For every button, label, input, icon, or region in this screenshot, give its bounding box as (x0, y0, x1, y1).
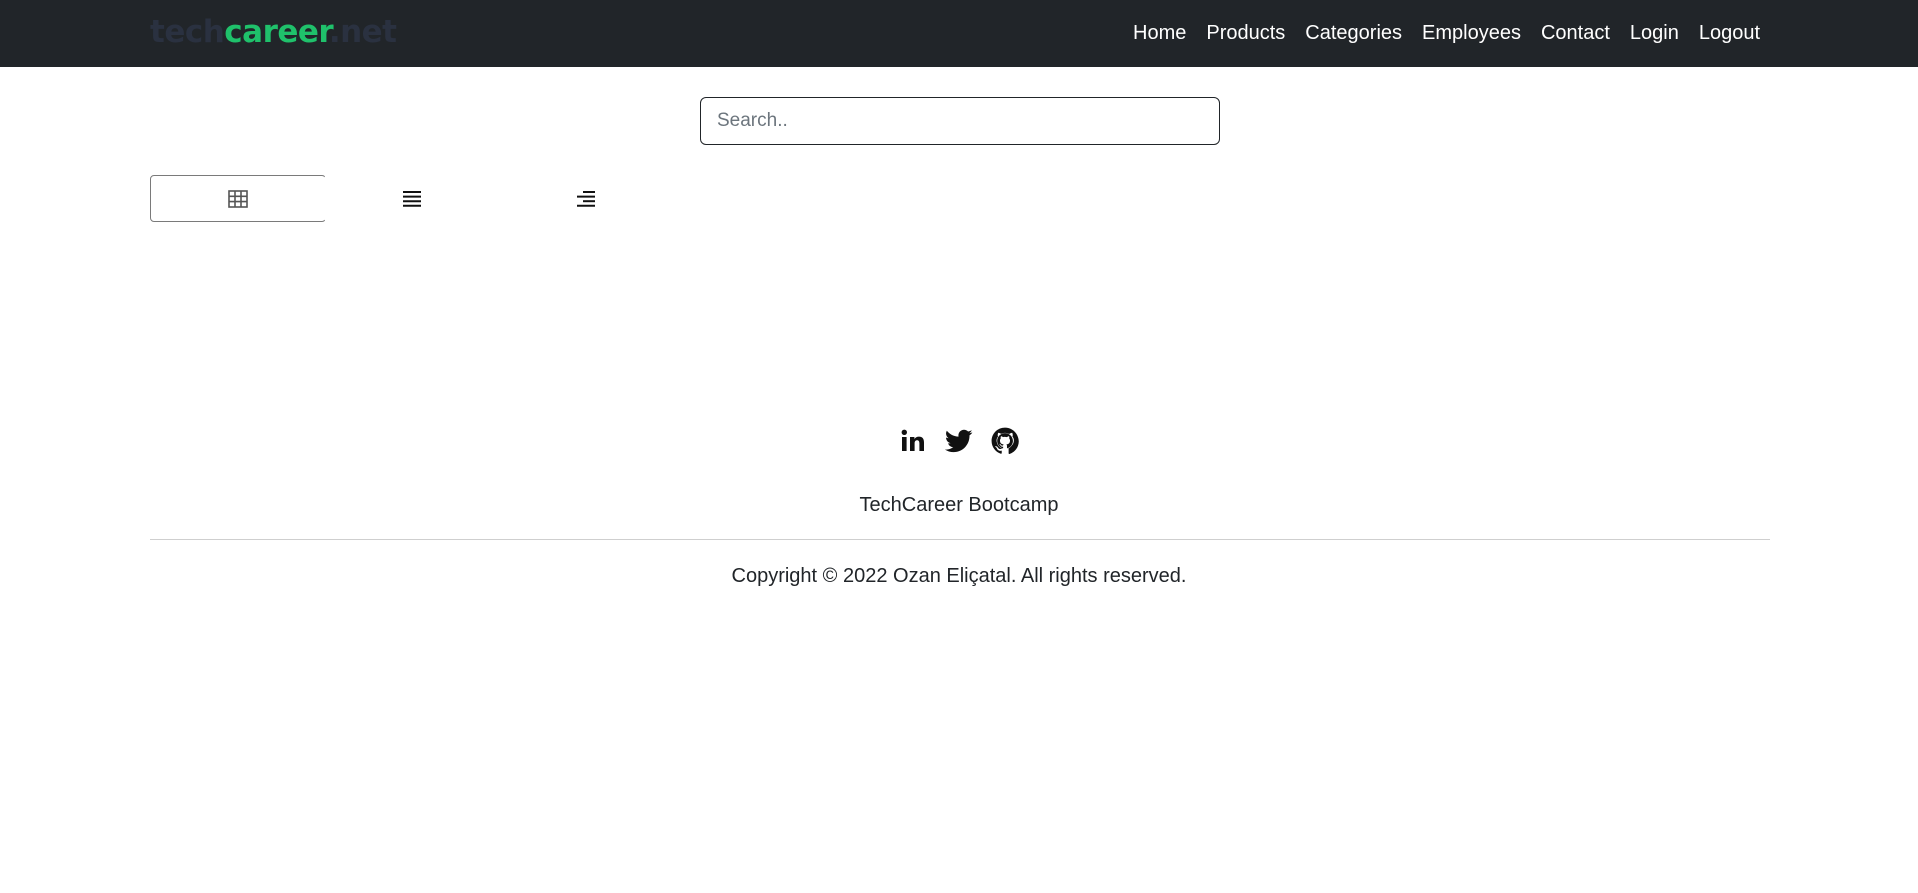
nav-link-home[interactable]: Home (1123, 22, 1196, 45)
align-right-icon (577, 190, 595, 207)
nav-link-products[interactable]: Products (1196, 22, 1295, 45)
brand-part-career: career (224, 14, 329, 50)
linkedin-icon (901, 429, 924, 451)
nav-link-employees[interactable]: Employees (1412, 22, 1531, 45)
social-links (0, 427, 1918, 455)
brand-logo[interactable]: techcareer.net (150, 12, 397, 52)
copyright-text: Copyright © 2022 Ozan Eliçatal. All righ… (731, 565, 1187, 587)
twitter-link[interactable] (944, 427, 973, 455)
list-view-button[interactable] (324, 175, 500, 222)
twitter-icon (944, 429, 973, 453)
brand-part-tech: tech (150, 14, 225, 50)
table-icon (228, 189, 248, 208)
nav-link-contact[interactable]: Contact (1531, 22, 1620, 45)
navbar: techcareer.net Home Products Categories … (0, 0, 1918, 67)
align-right-view-button[interactable] (498, 175, 674, 222)
view-toggle-group (150, 175, 674, 222)
nav-link-login[interactable]: Login (1620, 22, 1689, 45)
list-icon (403, 190, 421, 207)
github-icon (991, 427, 1019, 454)
footer-title: TechCareer Bootcamp (859, 494, 1059, 516)
github-link[interactable] (991, 427, 1019, 455)
nav-link-categories[interactable]: Categories (1295, 22, 1412, 45)
table-view-button[interactable] (150, 175, 326, 222)
footer-divider (150, 539, 1770, 540)
nav-links: Home Products Categories Employees Conta… (1123, 0, 1770, 67)
brand-part-net: .net (328, 14, 397, 50)
search-container (700, 97, 1220, 145)
linkedin-link[interactable] (899, 427, 927, 455)
nav-link-logout[interactable]: Logout (1689, 22, 1770, 45)
search-input[interactable] (700, 97, 1220, 145)
